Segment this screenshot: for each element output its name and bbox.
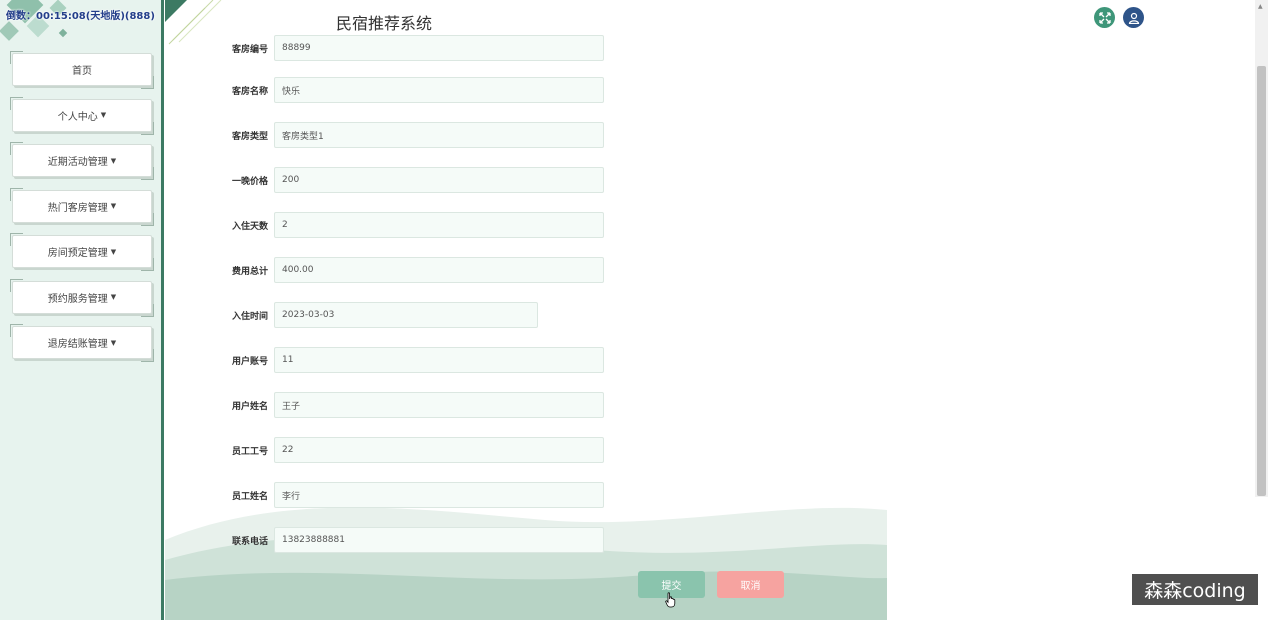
sidebar-item-checkout[interactable]: 退房结账管理 ▼ [10,324,154,362]
field-label: 联系电话 [231,537,268,547]
stay-days-field[interactable] [274,212,604,238]
sidebar-item-personal-center[interactable]: 个人中心 ▼ [10,96,154,135]
sidebar-item-service-booking[interactable]: 预约服务管理 ▼ [10,278,154,317]
room-number-field[interactable] [274,35,604,61]
form-row-user-account: 用户账号 [165,347,615,374]
nightly-price-field[interactable] [274,167,604,193]
sidebar-item-label: 房间预定管理 [47,248,108,259]
sidebar-item-label: 首页 [72,66,92,77]
form-row-staff-id: 员工工号 [165,437,615,464]
field-label: 一晚价格 [231,177,268,187]
form-row-total-cost: 费用总计 [165,257,615,284]
caret-down-icon: ▼ [110,202,117,210]
caret-down-icon: ▼ [110,247,117,256]
sidebar-item-label: 近期活动管理 [47,157,108,168]
field-label: 入住时间 [231,312,268,322]
cancel-button[interactable]: 取消 [717,571,784,598]
scrollbar-thumb[interactable] [1257,66,1266,496]
form-row-room-number: 客房编号 [165,35,615,62]
sidebar-item-label: 热门客房管理 [47,202,108,214]
form-row-staff-name: 员工姓名 [165,482,615,509]
field-label: 入住天数 [231,222,268,232]
expand-icon [1098,11,1111,24]
field-label: 员工工号 [231,447,268,457]
caret-down-icon: ▼ [110,338,117,347]
sidebar-item-label: 退房结账管理 [47,339,108,350]
form-row-room-name: 客房名称 [165,77,615,104]
field-label: 客房编号 [231,45,268,55]
sidebar-item-label: 预约服务管理 [47,293,108,305]
room-type-field[interactable] [274,122,604,148]
caret-down-icon: ▼ [110,293,117,301]
form-row-stay-days: 入住天数 [165,212,615,239]
field-label: 用户姓名 [231,402,268,412]
field-label: 员工姓名 [231,492,268,502]
user-button[interactable] [1123,7,1144,28]
field-label: 用户账号 [231,357,268,367]
caret-down-icon: ▼ [100,111,107,119]
scrollbar[interactable]: ▲ [1255,0,1268,500]
user-account-field[interactable] [274,347,604,373]
user-icon [1128,12,1139,24]
staff-name-field[interactable] [274,482,604,508]
status-text: 倒数：00:15:08(天地版)(888) [6,11,155,22]
fullscreen-button[interactable] [1094,7,1115,28]
sidebar-item-recent-activities[interactable]: 近期活动管理 ▼ [10,142,154,180]
user-name-field[interactable] [274,392,604,418]
hand-cursor-icon [665,592,676,608]
form-row-nightly-price: 一晚价格 [165,167,615,194]
form-row-room-type: 客房类型 [165,122,615,149]
field-label: 费用总计 [231,267,268,277]
sidebar: 倒数：00:15:08(天地版)(888) 首页 个人中心 ▼ 近期活动管理 ▼… [0,0,164,620]
watermark-label: 森森coding [1132,574,1258,605]
sidebar-item-room-booking[interactable]: 房间预定管理 ▼ [10,233,154,271]
field-label: 客房类型 [231,132,268,142]
sidebar-item-label: 个人中心 [57,111,98,123]
form-row-checkin-date: 入住时间 [165,302,615,329]
form-row-user-name: 用户姓名 [165,392,615,419]
caret-down-icon: ▼ [110,156,117,165]
sidebar-menu: 首页 个人中心 ▼ 近期活动管理 ▼ 热门客房管理 ▼ 房间预定管理 ▼ 预约服… [10,51,154,372]
total-cost-field[interactable] [274,257,604,283]
scroll-up-arrow-icon[interactable]: ▲ [1258,3,1263,10]
field-label: 客房名称 [231,87,268,97]
sidebar-item-popular-rooms[interactable]: 热门客房管理 ▼ [10,187,154,226]
checkin-date-field[interactable] [274,302,538,328]
sidebar-item-home[interactable]: 首页 [10,51,154,89]
form-row-phone: 联系电话 [165,527,615,554]
staff-id-field[interactable] [274,437,604,463]
room-name-field[interactable] [274,77,604,103]
page-title: 民宿推荐系统 [336,14,433,33]
phone-field[interactable] [274,527,604,553]
